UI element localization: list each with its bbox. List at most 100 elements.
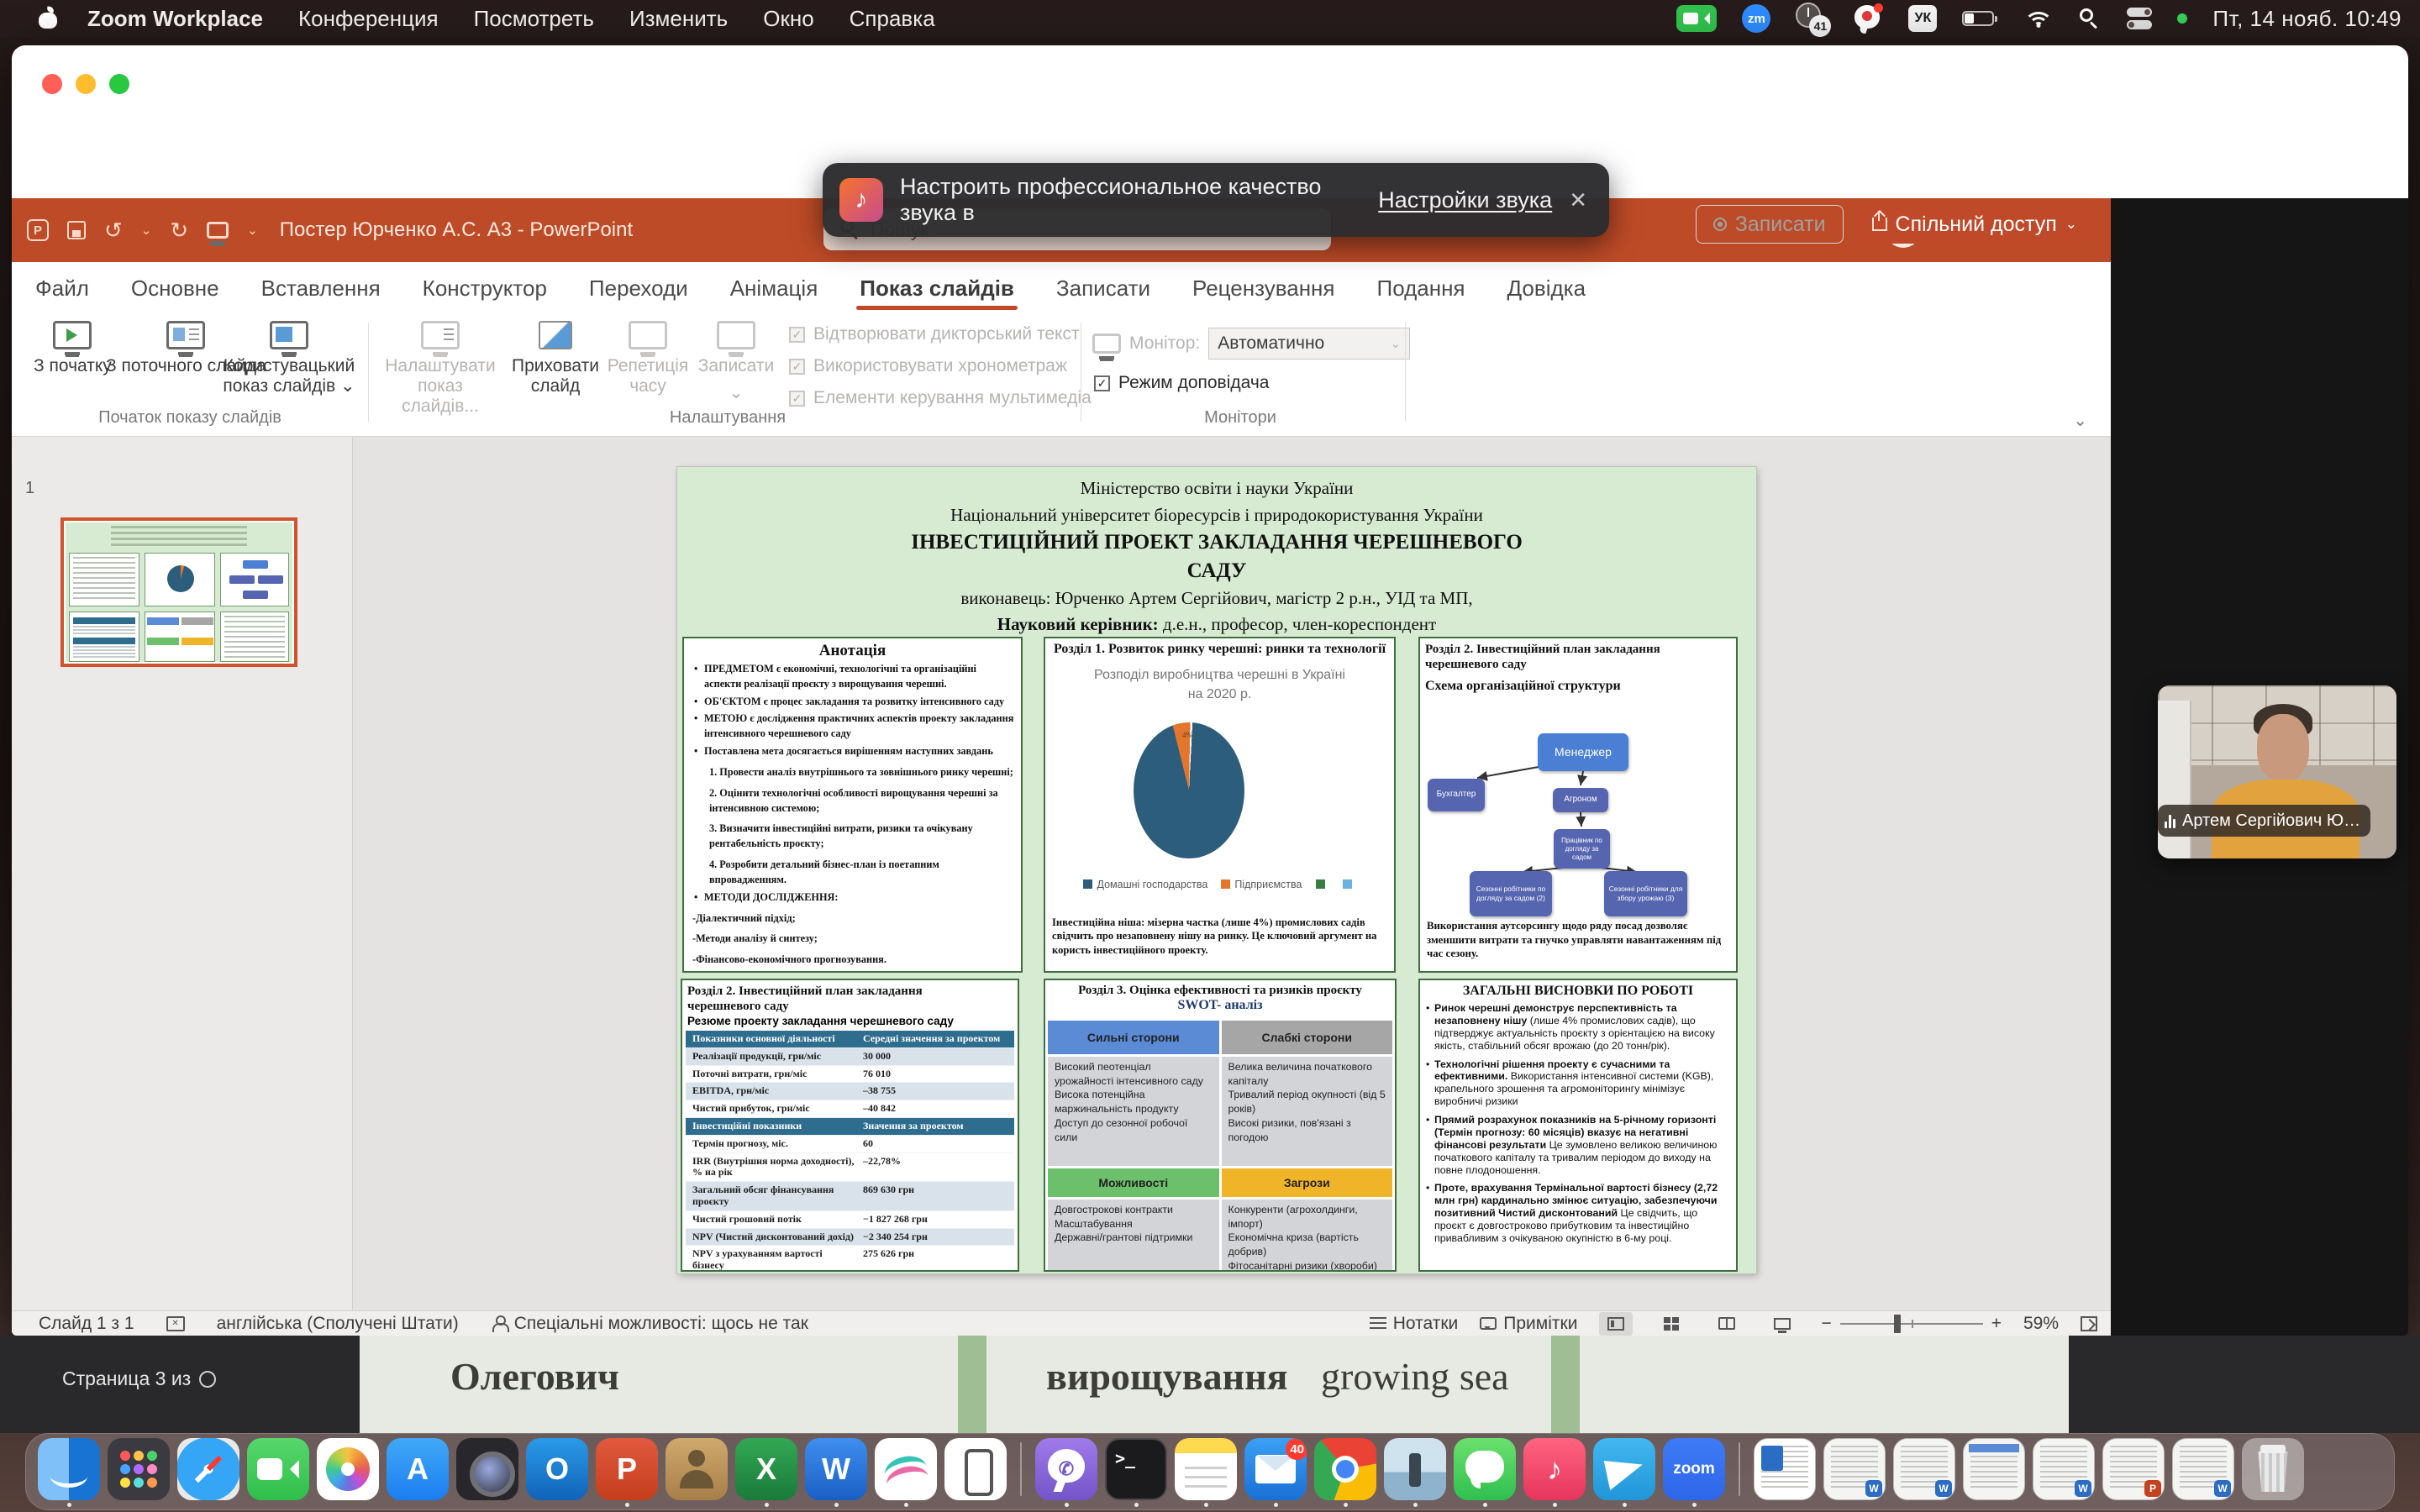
freeform-icon[interactable] bbox=[875, 1435, 937, 1509]
ribbon-tab[interactable]: Вставлення bbox=[260, 270, 382, 307]
menubar-app-name[interactable]: Zoom Workplace bbox=[87, 6, 263, 32]
slide-sorter-view-button[interactable] bbox=[1655, 1312, 1688, 1336]
presenter-mode-checkbox[interactable]: ✓ Режим доповідача bbox=[1094, 373, 1269, 393]
close-window-button[interactable] bbox=[42, 74, 62, 94]
redo-button[interactable]: ↻ bbox=[170, 219, 188, 241]
minimized-window-icon[interactable] bbox=[1963, 1435, 2025, 1509]
notes-toggle[interactable]: Нотатки bbox=[1370, 1314, 1459, 1334]
menubar-menu-item[interactable]: Изменить bbox=[629, 6, 728, 32]
ribbon-tab[interactable]: Файл bbox=[34, 270, 91, 307]
photos-icon[interactable] bbox=[317, 1435, 379, 1509]
reading-view-button[interactable] bbox=[1710, 1312, 1744, 1336]
ribbon-tab[interactable]: Конструктор bbox=[421, 270, 549, 307]
save-button[interactable] bbox=[67, 221, 86, 239]
menubar-clock[interactable]: Пт, 14 нояб. 10:49 bbox=[2212, 6, 2402, 32]
notification-count-icon[interactable]: 41 bbox=[1796, 3, 1828, 34]
dock-separator[interactable] bbox=[1014, 1435, 1028, 1509]
launchpad-icon[interactable] bbox=[108, 1435, 170, 1509]
customize-toolbar-icon[interactable]: ⌄ bbox=[247, 223, 258, 238]
viber-icon[interactable]: ✆ bbox=[1035, 1435, 1097, 1509]
music-icon[interactable]: ♪ bbox=[1523, 1435, 1586, 1509]
zoom-in-button[interactable]: + bbox=[1991, 1314, 2002, 1334]
ribbon-tab[interactable]: Довідка bbox=[1506, 270, 1588, 307]
finder-icon[interactable] bbox=[38, 1435, 100, 1509]
mail-icon[interactable]: 40 bbox=[1244, 1435, 1307, 1509]
iphone-mirroring-icon[interactable] bbox=[944, 1435, 1007, 1509]
telegram-icon[interactable] bbox=[1593, 1435, 1655, 1509]
record-slideshow-button[interactable]: Записати⌄ bbox=[694, 321, 778, 403]
minimized-window-icon[interactable]: W bbox=[2033, 1435, 2095, 1509]
setup-slideshow-button[interactable]: Налаштувати показ слайдів... bbox=[381, 321, 499, 417]
fullscreen-window-button[interactable] bbox=[109, 74, 129, 94]
messages-icon[interactable] bbox=[1454, 1435, 1516, 1509]
record-button[interactable]: Записати bbox=[1696, 205, 1844, 244]
dock-separator[interactable] bbox=[1733, 1435, 1746, 1509]
minimized-window-icon[interactable]: P bbox=[2102, 1435, 2165, 1509]
minimize-window-button[interactable] bbox=[76, 74, 96, 94]
camera-active-icon[interactable] bbox=[1676, 5, 1717, 32]
photo-preview-icon[interactable] bbox=[1384, 1435, 1446, 1509]
accessibility-status[interactable]: Спеціальні можливості: щось не так bbox=[491, 1314, 808, 1334]
apple-menu-icon[interactable] bbox=[39, 8, 57, 29]
comments-toggle[interactable]: Примітки bbox=[1480, 1314, 1577, 1334]
search-icon[interactable] bbox=[2078, 7, 2102, 30]
minimized-window-icon[interactable]: W bbox=[1823, 1435, 1886, 1509]
ribbon-tab[interactable]: Подання bbox=[1376, 270, 1467, 307]
powerpoint-icon[interactable]: P bbox=[596, 1435, 658, 1509]
facetime-icon[interactable] bbox=[247, 1435, 309, 1509]
outlook-icon[interactable]: O bbox=[526, 1435, 588, 1509]
viber-menubar-icon[interactable] bbox=[1853, 3, 1883, 34]
sound-settings-link[interactable]: Настройки звука bbox=[1378, 187, 1552, 213]
menubar-menu-item[interactable]: Окно bbox=[763, 6, 813, 32]
zoom-menubar-icon[interactable]: zm bbox=[1742, 4, 1770, 33]
collapse-ribbon-button[interactable]: ⌄ bbox=[2073, 410, 2087, 431]
zoom-out-button[interactable]: − bbox=[1821, 1314, 1831, 1334]
minimized-window-icon[interactable]: W bbox=[1893, 1435, 1955, 1509]
swot-panel[interactable]: Розділ 3. Оцінка ефективності та ризиків… bbox=[1044, 979, 1397, 1272]
ribbon-tab[interactable]: Анімація bbox=[729, 270, 820, 307]
excel-icon[interactable]: X bbox=[735, 1435, 797, 1509]
custom-show-button[interactable]: Користувацький показ слайдів ⌄ bbox=[222, 321, 356, 396]
share-button[interactable]: Спільний доступ⌄ bbox=[1855, 205, 2094, 244]
camera-app-icon[interactable] bbox=[456, 1435, 518, 1509]
safari-icon[interactable] bbox=[177, 1435, 239, 1509]
menubar-menu-item[interactable]: Посмотреть bbox=[474, 6, 594, 32]
ribbon-tab[interactable]: Переходи bbox=[587, 270, 690, 307]
fit-slide-button[interactable] bbox=[2081, 1316, 2097, 1331]
zoom-app-icon[interactable]: zoom bbox=[1663, 1435, 1725, 1509]
spell-check-icon[interactable]: ✕ bbox=[166, 1316, 185, 1331]
word-icon[interactable]: W bbox=[805, 1435, 867, 1509]
undo-button[interactable]: ↺ bbox=[104, 219, 123, 241]
conclusions-panel[interactable]: ЗАГАЛЬНІ ВИСНОВКИ ПО РОБОТІ Ринок черешн… bbox=[1418, 979, 1738, 1272]
input-language-indicator[interactable]: УК bbox=[1908, 5, 1937, 32]
trash-icon[interactable] bbox=[2242, 1435, 2304, 1509]
chrome-icon[interactable] bbox=[1314, 1435, 1376, 1509]
minimized-document-icon[interactable] bbox=[1754, 1435, 1816, 1509]
summary-table-panel[interactable]: Розділ 2. Інвестиційний план закладання … bbox=[681, 979, 1019, 1272]
ribbon-tab[interactable]: Записати bbox=[1055, 270, 1152, 307]
ribbon-checkbox[interactable]: ✓Використовувати хронометраж bbox=[789, 356, 1092, 376]
hide-slide-button[interactable]: Приховати слайд bbox=[509, 321, 602, 396]
ribbon-checkbox[interactable]: ✓Елементи керування мультимедіа bbox=[789, 388, 1092, 408]
zoom-slider-thumb[interactable] bbox=[1894, 1315, 1901, 1333]
menubar-menu-item[interactable]: Конференция bbox=[298, 6, 439, 32]
slideshow-quick-button[interactable] bbox=[207, 222, 229, 239]
language-status[interactable]: англійська (Сполучені Штати) bbox=[217, 1314, 459, 1334]
ribbon-checkbox[interactable]: ✓Відтворювати дикторський текст bbox=[789, 324, 1092, 344]
zoom-percent[interactable]: 59% bbox=[2023, 1314, 2059, 1334]
webcam-overlay[interactable]: Артем Сергійович Ю… bbox=[2158, 685, 2396, 858]
background-window-strip[interactable]: Страница 3 из Олегович вирощування growi… bbox=[0, 1336, 2420, 1433]
close-notification-icon[interactable]: ✕ bbox=[1569, 187, 1587, 213]
control-center-icon[interactable] bbox=[2127, 8, 2152, 29]
orgchart-panel[interactable]: Розділ 2. Інвестиційний план закладання … bbox=[1418, 637, 1738, 973]
zoom-slider[interactable] bbox=[1840, 1323, 1983, 1325]
slide-canvas[interactable]: Міністерство освіти і науки України Наці… bbox=[677, 467, 1756, 1273]
ribbon-tab[interactable]: Показ слайдів bbox=[858, 270, 1016, 307]
menubar-menu-item[interactable]: Справка bbox=[850, 6, 935, 32]
annotation-panel[interactable]: Анотація ПРЕДМЕТОМ є економічні, техноло… bbox=[682, 637, 1023, 973]
rehearse-timings-button[interactable]: Репетиція часу bbox=[610, 321, 686, 396]
terminal-icon[interactable]: >_ bbox=[1105, 1435, 1167, 1509]
market-panel[interactable]: Розділ 1. Розвиток ринку черешні: ринки … bbox=[1044, 637, 1396, 973]
battery-icon[interactable] bbox=[1962, 9, 1999, 28]
wifi-icon[interactable] bbox=[2024, 8, 2053, 29]
